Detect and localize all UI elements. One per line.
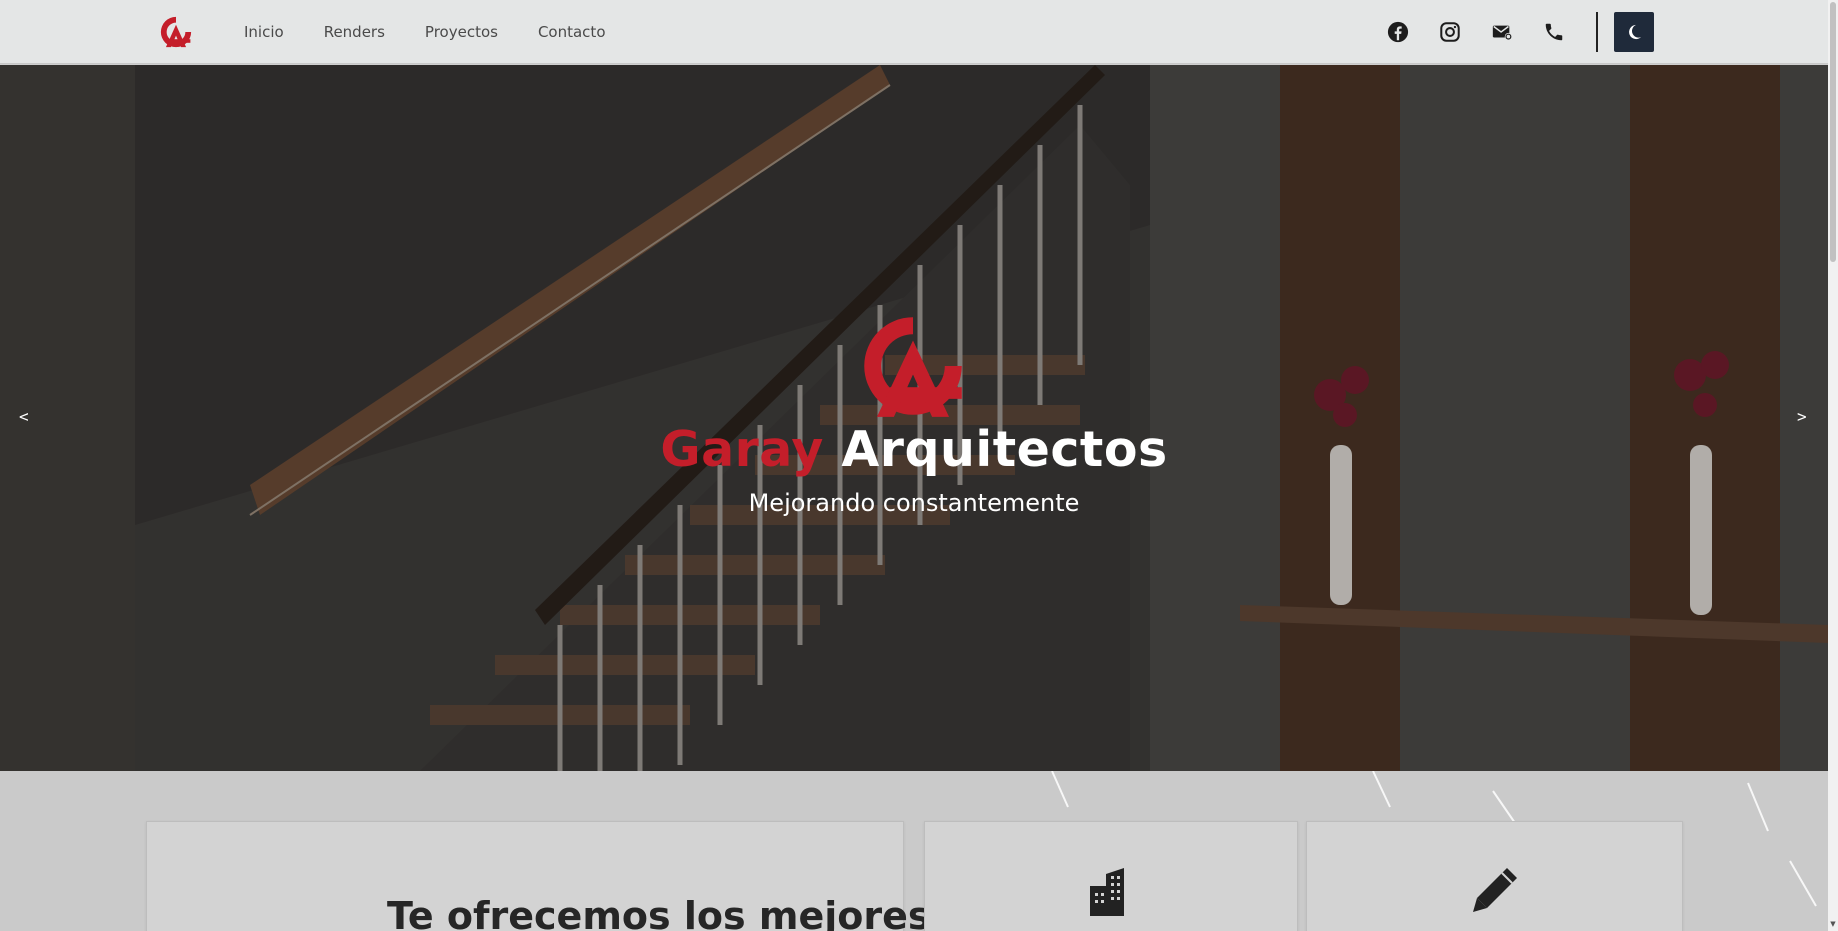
instagram-icon[interactable]	[1432, 14, 1468, 50]
carousel-prev-button[interactable]: <	[19, 407, 29, 426]
nav-link-renders[interactable]: Renders	[324, 23, 385, 41]
nav-link-proyectos[interactable]: Proyectos	[425, 23, 498, 41]
scrollbar-thumb[interactable]	[1830, 2, 1836, 262]
social-icons	[1380, 12, 1654, 52]
theme-toggle-button[interactable]	[1614, 12, 1654, 52]
hero-carousel: Garay Arquitectos Mejorando constantemen…	[0, 65, 1828, 771]
mail-icon[interactable]	[1484, 14, 1520, 50]
logo-icon[interactable]	[158, 14, 194, 50]
services-intro-card: Te ofrecemos los mejores	[146, 821, 931, 931]
navbar: Inicio Renders Proyectos Contacto	[0, 0, 1828, 64]
phone-icon[interactable]	[1536, 14, 1572, 50]
nav-link-inicio[interactable]: Inicio	[244, 23, 284, 41]
services-heading: Te ofrecemos los mejores	[387, 894, 931, 931]
service-card-building	[924, 821, 1298, 931]
hero-title-white: Arquitectos	[841, 421, 1168, 478]
hero-title-red: Garay	[660, 421, 824, 478]
hero-logo-icon	[864, 317, 962, 417]
hero-content: Garay Arquitectos Mejorando constantemen…	[0, 65, 1828, 771]
hero-title: Garay Arquitectos	[0, 421, 1828, 478]
scroll-down-arrow-icon[interactable]: ▼	[1829, 920, 1837, 928]
hero-subtitle: Mejorando constantemente	[748, 489, 1080, 517]
building-icon	[1090, 868, 1124, 916]
service-card-design	[1306, 821, 1683, 931]
nav-link-contacto[interactable]: Contacto	[538, 23, 606, 41]
nav-menu: Inicio Renders Proyectos Contacto	[244, 0, 646, 64]
carousel-next-button[interactable]: >	[1797, 407, 1807, 426]
services-section: Te ofrecemos los mejores	[0, 771, 1828, 931]
pencil-icon	[1473, 868, 1517, 912]
nav-divider	[1596, 12, 1598, 52]
facebook-icon[interactable]	[1380, 14, 1416, 50]
moon-icon	[1629, 24, 1642, 40]
